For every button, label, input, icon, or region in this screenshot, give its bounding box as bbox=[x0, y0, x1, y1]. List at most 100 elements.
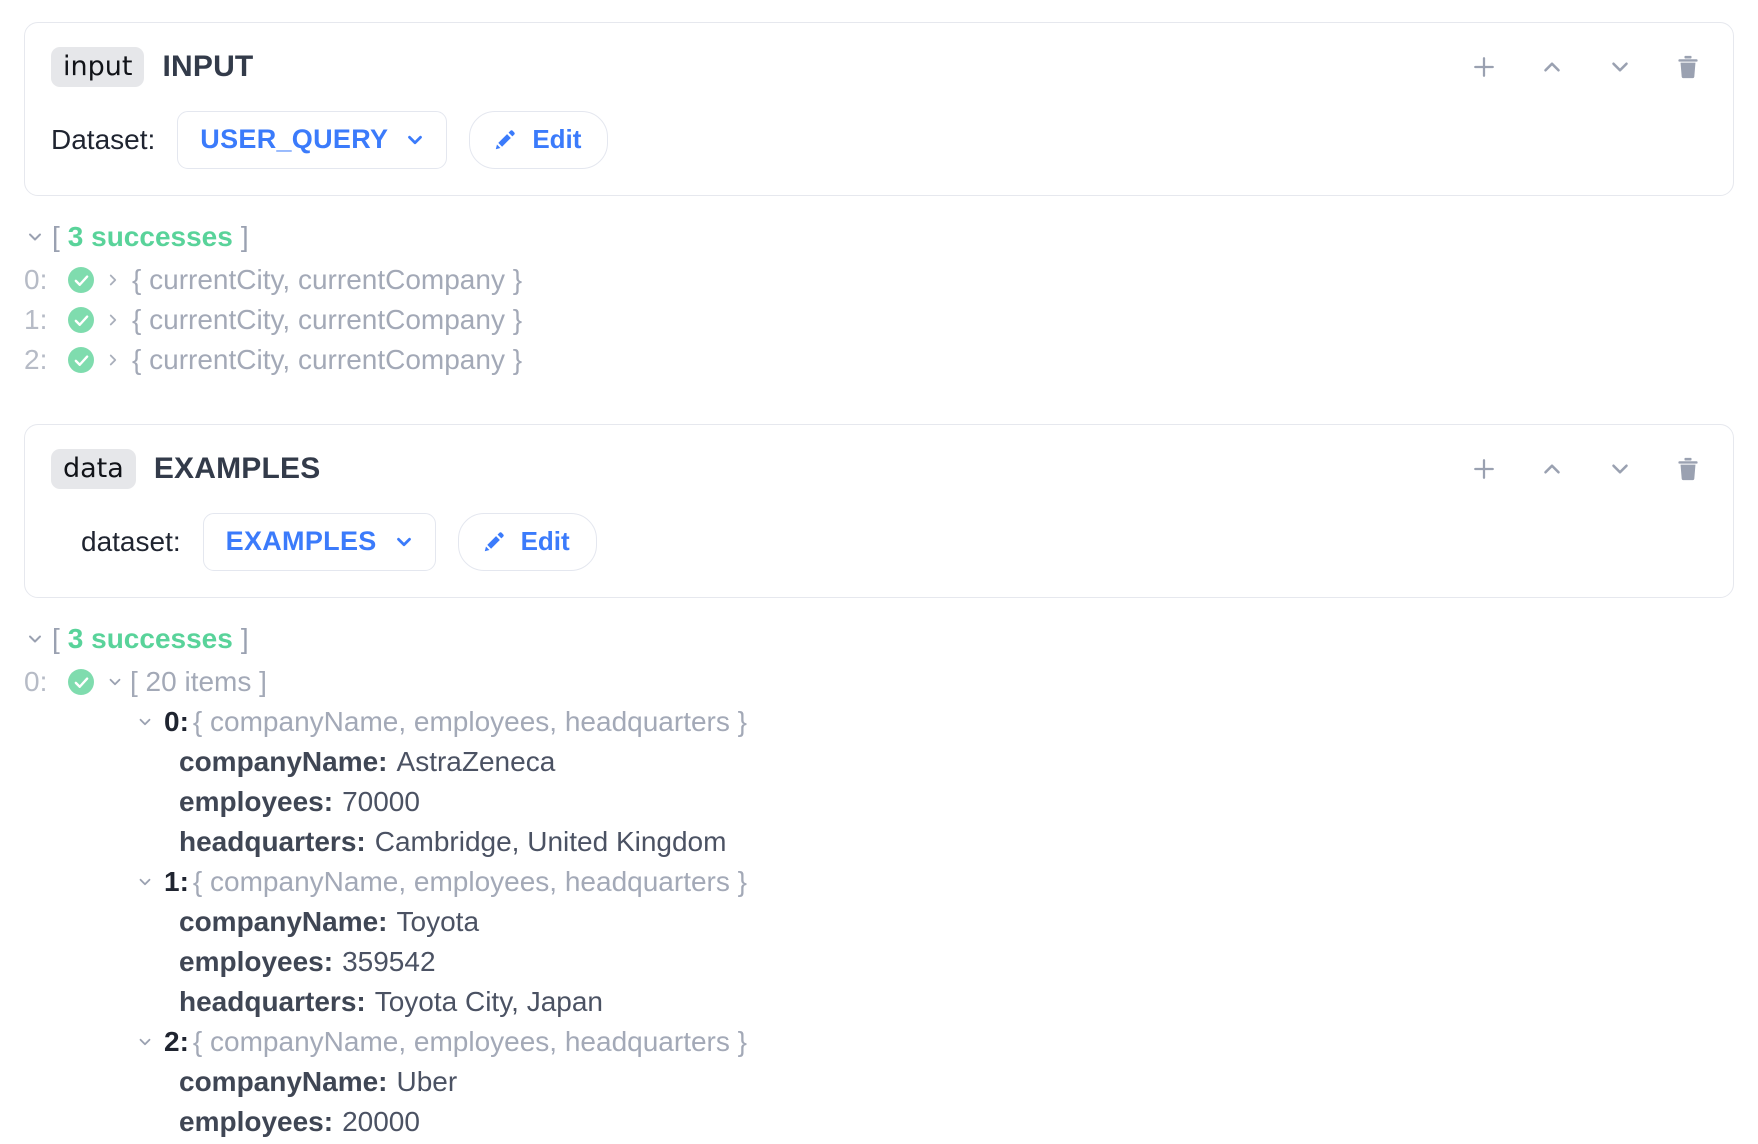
success-check-icon bbox=[68, 307, 94, 333]
expand-toggle[interactable] bbox=[104, 311, 122, 329]
field-key: employees: bbox=[179, 1106, 334, 1137]
field-value: 70000 bbox=[342, 786, 420, 817]
collapse-toggle[interactable] bbox=[134, 1033, 156, 1051]
input-card-badge: input bbox=[51, 47, 145, 87]
trash-icon[interactable] bbox=[1673, 52, 1703, 82]
success-check-icon bbox=[68, 347, 94, 373]
examples-success-count: 3 successes bbox=[67, 623, 233, 654]
examples-card: data EXAMPLES dataset: EXAMPLES Edit bbox=[24, 424, 1734, 598]
examples-results-summary-row: [ 3 successes ] bbox=[24, 616, 1734, 662]
bracket-open: [ bbox=[52, 623, 60, 654]
field-key: companyName: bbox=[179, 1066, 388, 1097]
chevron-up-icon[interactable] bbox=[1537, 454, 1567, 484]
row-summary: { currentCity, currentCompany } bbox=[132, 304, 523, 335]
collapse-toggle[interactable] bbox=[24, 227, 46, 247]
chevron-down-icon bbox=[393, 531, 415, 553]
examples-card-actions bbox=[1469, 454, 1707, 484]
row-index: 2: bbox=[24, 344, 48, 375]
input-dataset-select[interactable]: USER_QUERY bbox=[177, 111, 448, 169]
field-key: employees: bbox=[179, 786, 334, 817]
examples-dataset-row: dataset: EXAMPLES Edit bbox=[51, 513, 1707, 571]
examples-dataset-value: EXAMPLES bbox=[225, 526, 377, 556]
examples-dataset-label: dataset: bbox=[81, 526, 181, 557]
item-key: 1: bbox=[164, 866, 189, 897]
input-edit-button[interactable]: Edit bbox=[469, 111, 609, 169]
pencil-icon bbox=[481, 529, 507, 555]
chevron-down-icon[interactable] bbox=[1605, 454, 1635, 484]
field-key: companyName: bbox=[179, 906, 388, 937]
item-field: employees: 70000 bbox=[24, 782, 1734, 822]
input-dataset-label: Dataset: bbox=[51, 124, 156, 155]
item-key: 2: bbox=[164, 1026, 189, 1057]
collapse-toggle[interactable] bbox=[24, 629, 46, 649]
plus-icon[interactable] bbox=[1469, 52, 1499, 82]
input-result-row: 1: { currentCity, currentCompany } bbox=[24, 300, 1734, 340]
collapse-toggle[interactable] bbox=[134, 873, 156, 891]
row-index: 0: bbox=[24, 666, 48, 697]
examples-edit-label: Edit bbox=[520, 526, 570, 556]
examples-result-row: 0: [ 20 items ] bbox=[24, 662, 1734, 702]
item-field: companyName: Toyota bbox=[24, 902, 1734, 942]
item-field: employees: 359542 bbox=[24, 942, 1734, 982]
field-value: Cambridge, United Kingdom bbox=[374, 826, 727, 857]
item-summary: { companyName, employees, headquarters } bbox=[192, 706, 747, 737]
row-index: 0: bbox=[24, 264, 48, 295]
examples-card-badge: data bbox=[51, 449, 136, 489]
input-dataset-row: Dataset: USER_QUERY Edit bbox=[51, 111, 1707, 169]
item-key: 0: bbox=[164, 706, 189, 737]
item-field: headquarters: Cambridge, United Kingdom bbox=[24, 822, 1734, 862]
examples-results: [ 3 successes ] 0: [ 20 items ] 0: { com… bbox=[0, 616, 1758, 1144]
row-summary: { currentCity, currentCompany } bbox=[132, 264, 523, 295]
examples-dataset-select[interactable]: EXAMPLES bbox=[202, 513, 436, 571]
bracket-close: ] bbox=[240, 623, 249, 654]
input-card-actions bbox=[1469, 52, 1707, 82]
field-key: headquarters: bbox=[179, 826, 366, 857]
bracket-close: ] bbox=[240, 221, 249, 252]
examples-item-node: 0: { companyName, employees, headquarter… bbox=[24, 702, 1734, 742]
input-success-count: 3 successes bbox=[67, 221, 233, 252]
item-field: headquarters: Toyota City, Japan bbox=[24, 982, 1734, 1022]
item-field: employees: 20000 bbox=[24, 1102, 1734, 1142]
field-key: headquarters: bbox=[179, 986, 366, 1017]
collapse-toggle[interactable] bbox=[104, 673, 126, 691]
field-value: Toyota City, Japan bbox=[374, 986, 603, 1017]
trash-icon[interactable] bbox=[1673, 454, 1703, 484]
success-check-icon bbox=[68, 669, 94, 695]
field-value: Toyota bbox=[396, 906, 480, 937]
field-value: Uber bbox=[396, 1066, 458, 1097]
input-result-row: 0: { currentCity, currentCompany } bbox=[24, 260, 1734, 300]
field-key: employees: bbox=[179, 946, 334, 977]
chevron-up-icon[interactable] bbox=[1537, 52, 1567, 82]
field-value: AstraZeneca bbox=[396, 746, 556, 777]
expand-toggle[interactable] bbox=[104, 271, 122, 289]
input-card: input INPUT Dataset: USER_QUERY Edit bbox=[24, 22, 1734, 196]
field-value: 359542 bbox=[342, 946, 436, 977]
examples-edit-button[interactable]: Edit bbox=[457, 513, 597, 571]
examples-card-header: data EXAMPLES bbox=[51, 447, 1707, 491]
row-summary: { currentCity, currentCompany } bbox=[132, 344, 523, 375]
field-value: 20000 bbox=[342, 1106, 420, 1137]
collapse-toggle[interactable] bbox=[134, 713, 156, 731]
items-count-label: [ 20 items ] bbox=[130, 666, 267, 697]
field-key: companyName: bbox=[179, 746, 388, 777]
item-field: companyName: AstraZeneca bbox=[24, 742, 1734, 782]
success-check-icon bbox=[68, 267, 94, 293]
input-card-header: input INPUT bbox=[51, 45, 1707, 89]
examples-item-node: 2: { companyName, employees, headquarter… bbox=[24, 1022, 1734, 1062]
chevron-down-icon[interactable] bbox=[1605, 52, 1635, 82]
chevron-down-icon bbox=[404, 129, 426, 151]
expand-toggle[interactable] bbox=[104, 351, 122, 369]
item-field: companyName: Uber bbox=[24, 1062, 1734, 1102]
examples-item-node: 1: { companyName, employees, headquarter… bbox=[24, 862, 1734, 902]
input-results-summary-row: [ 3 successes ] bbox=[24, 214, 1734, 260]
pencil-icon bbox=[492, 127, 518, 153]
input-result-row: 2: { currentCity, currentCompany } bbox=[24, 340, 1734, 380]
input-card-title: INPUT bbox=[162, 50, 254, 83]
input-dataset-value: USER_QUERY bbox=[200, 124, 389, 154]
row-index: 1: bbox=[24, 304, 48, 335]
plus-icon[interactable] bbox=[1469, 454, 1499, 484]
input-edit-label: Edit bbox=[532, 124, 582, 154]
item-summary: { companyName, employees, headquarters } bbox=[192, 1026, 747, 1057]
input-results: [ 3 successes ] 0: { currentCity, curren… bbox=[0, 214, 1758, 380]
prompt-pipeline-page: input INPUT Dataset: USER_QUERY Edit [3… bbox=[0, 22, 1758, 1144]
